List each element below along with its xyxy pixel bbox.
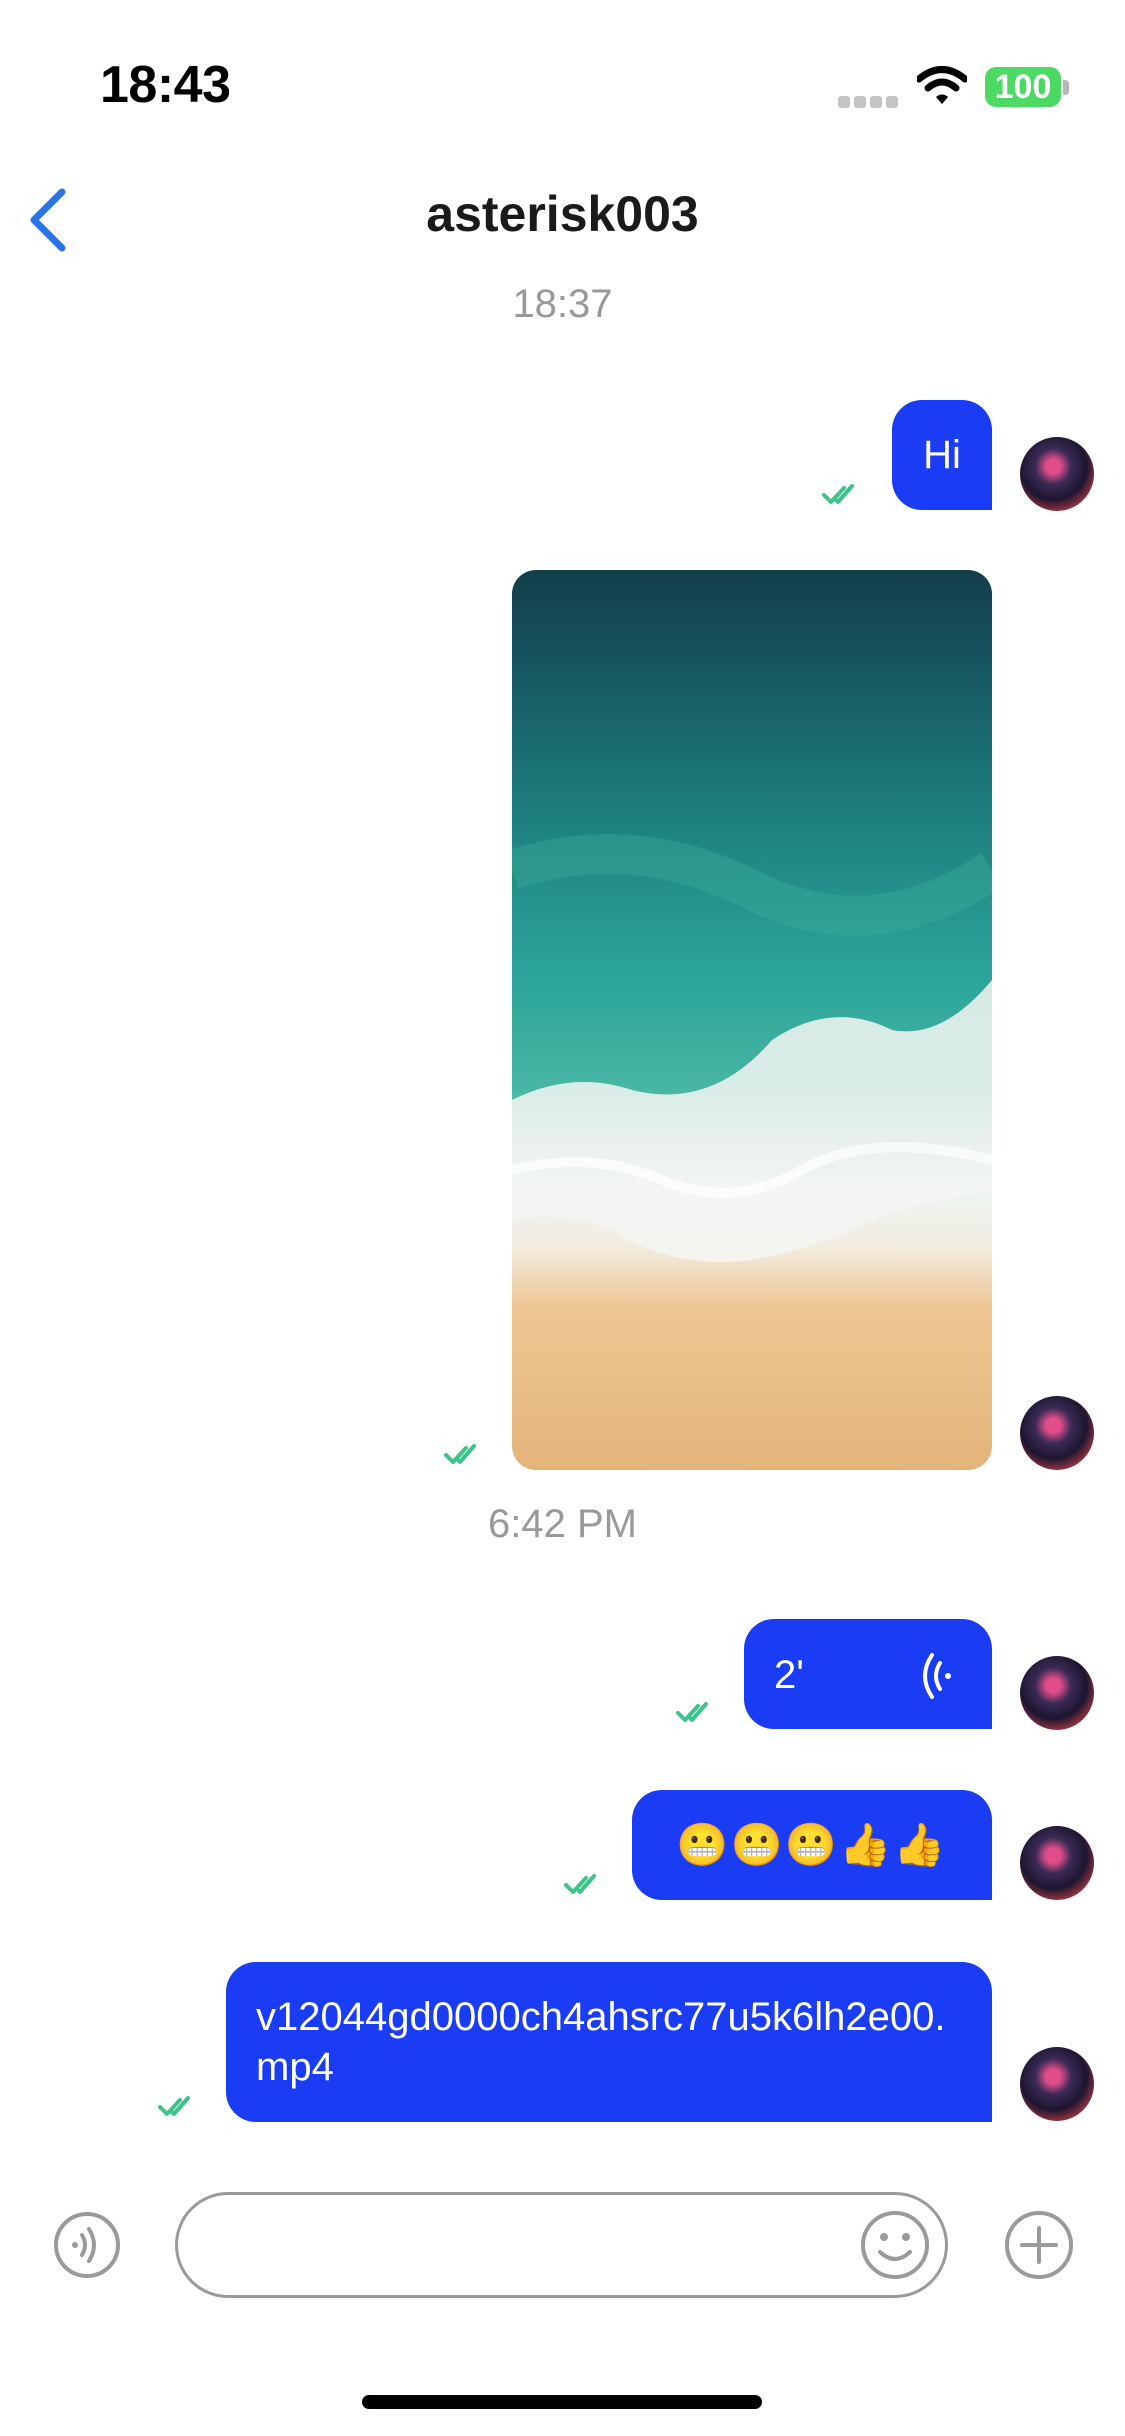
add-icon[interactable] [1002, 2208, 1076, 2282]
message-input[interactable] [175, 2192, 948, 2298]
chat-title: asterisk003 [426, 186, 699, 242]
voice-input-icon[interactable] [52, 2210, 122, 2280]
cellular-signal-icon [838, 96, 900, 110]
avatar[interactable] [1020, 1656, 1094, 1730]
voice-wave-icon [923, 1653, 951, 1699]
emoji-icon[interactable] [858, 2208, 932, 2282]
avatar[interactable] [1020, 437, 1094, 511]
voice-duration: 2' [774, 1653, 804, 1697]
image-message-beach[interactable] [512, 570, 992, 1470]
battery-cap [1063, 80, 1069, 95]
timestamp: 6:42 PM [488, 1502, 637, 1546]
file-name: v12044gd0000ch4ahsrc77u5k6lh2e00.mp4 [256, 1995, 946, 2089]
read-receipt-icon [564, 1874, 596, 1894]
home-indicator [362, 2395, 762, 2409]
avatar[interactable] [1020, 1396, 1094, 1470]
read-receipt-icon [822, 484, 854, 504]
wifi-icon [917, 66, 967, 104]
avatar[interactable] [1020, 2047, 1094, 2121]
message-bubble-hi[interactable]: Hi [892, 400, 992, 510]
read-receipt-icon [444, 1444, 476, 1464]
timestamp: 18:37 [512, 282, 613, 326]
read-receipt-icon [676, 1702, 708, 1722]
voice-message-bubble[interactable]: 2' [744, 1619, 992, 1729]
avatar[interactable] [1020, 1826, 1094, 1900]
read-receipt-icon [158, 2096, 190, 2116]
file-message-bubble[interactable]: v12044gd0000ch4ahsrc77u5k6lh2e00.mp4 [226, 1962, 992, 2122]
battery-icon: 100 [985, 67, 1061, 107]
status-time: 18:43 [100, 56, 231, 114]
emoji-message-bubble[interactable]: 😬😬😬👍👍 [632, 1790, 992, 1900]
